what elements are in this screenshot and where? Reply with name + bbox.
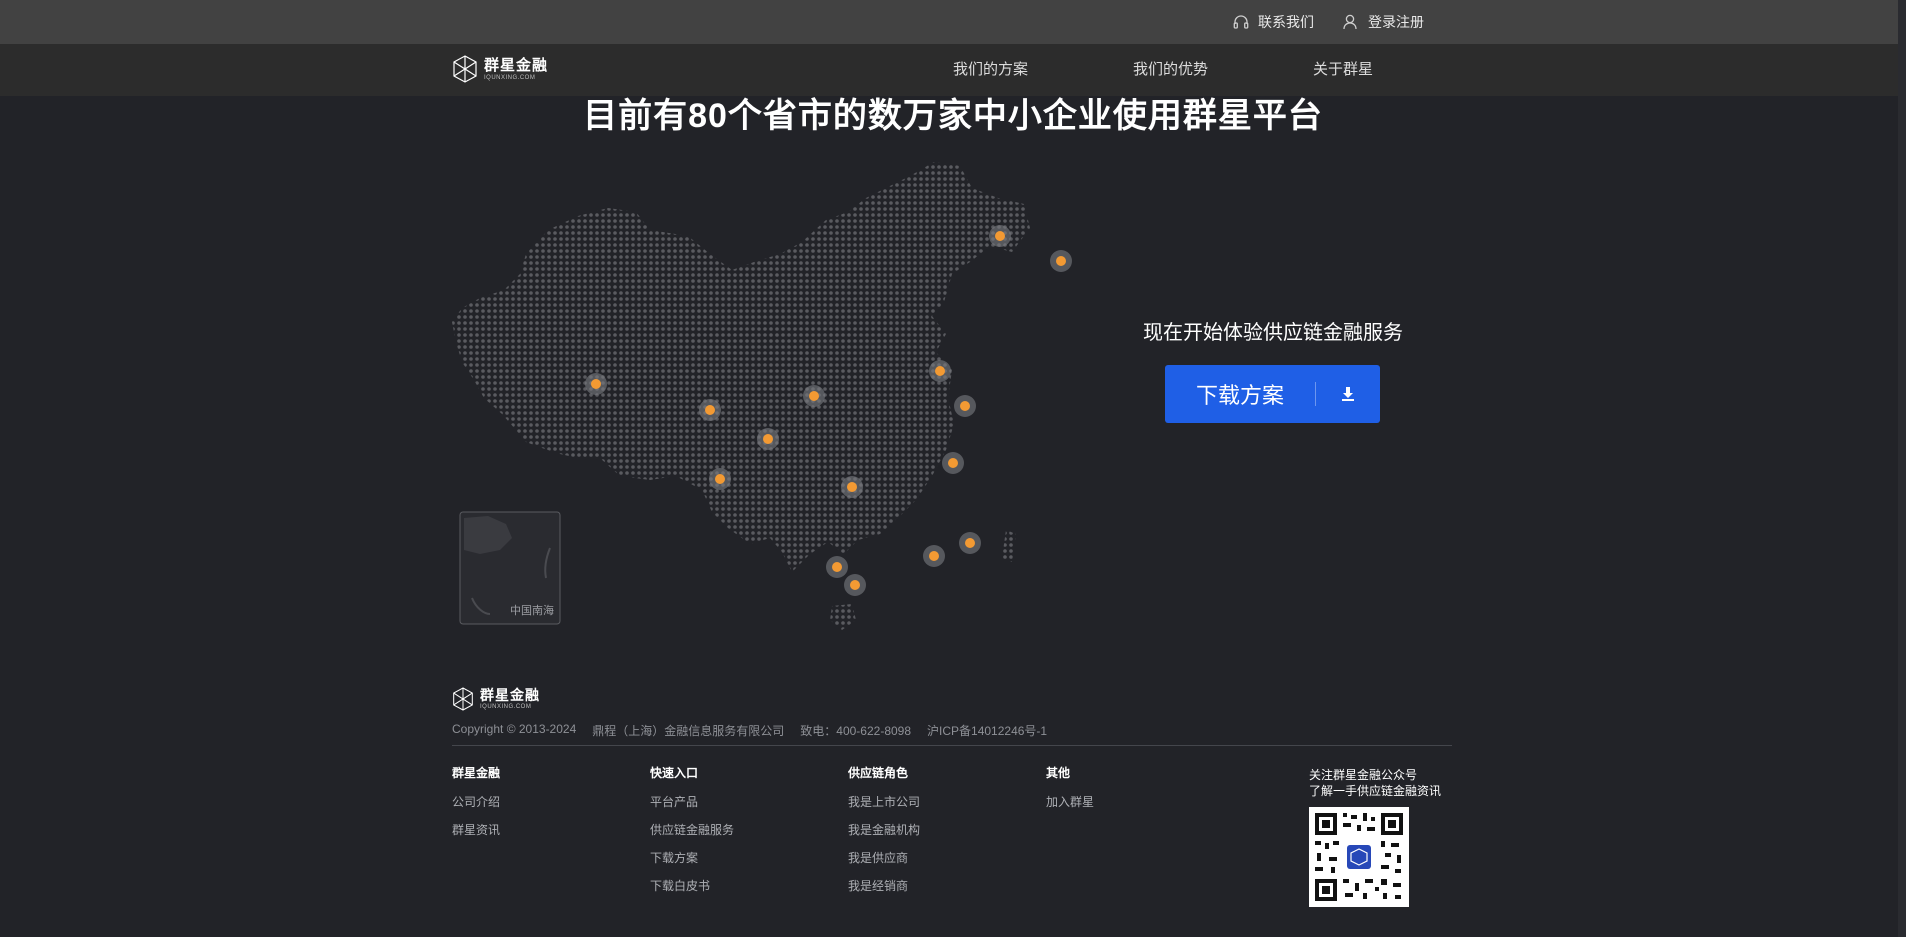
- header-logo-name: 群星金融: [484, 56, 549, 74]
- header-logo[interactable]: 群星金融 IQUNXING.COM: [452, 54, 548, 84]
- footer-column-title: 群星金融: [452, 766, 501, 780]
- user-icon: [1343, 14, 1357, 30]
- qr-caption-line1: 关注群星金融公众号: [1309, 768, 1418, 782]
- footer-link-join-us[interactable]: 加入群星: [1046, 793, 1094, 821]
- footer-column-title: 其他: [1046, 766, 1071, 780]
- footer-link-download-plan[interactable]: 下载方案: [650, 849, 734, 877]
- city-marker: [585, 373, 607, 395]
- city-marker: [959, 532, 981, 554]
- brand-cube-icon: [453, 55, 477, 83]
- header-logo-domain: IQUNXING.COM: [484, 74, 536, 81]
- city-marker: [709, 468, 731, 490]
- contact-us-label: 联系我们: [1258, 14, 1314, 30]
- footer-logo-name: 群星金融: [480, 687, 540, 703]
- login-register-link[interactable]: 登录注册: [1342, 0, 1424, 44]
- city-marker: [844, 574, 866, 596]
- page-scrollbar[interactable]: [1898, 0, 1906, 937]
- city-marker: [826, 556, 848, 578]
- city-marker: [929, 360, 951, 382]
- contact-us-link[interactable]: 联系我们: [1232, 0, 1314, 44]
- footer-link-listed-company[interactable]: 我是上市公司: [848, 793, 920, 821]
- footer-link-platform-products[interactable]: 平台产品: [650, 793, 734, 821]
- copyright-text: Copyright © 2013-2024: [452, 722, 577, 736]
- city-marker: [1050, 250, 1072, 272]
- city-marker: [699, 399, 721, 421]
- footer-link-scf-service[interactable]: 供应链金融服务: [650, 821, 734, 849]
- footer-logo[interactable]: 群星金融 IQUNXING.COM: [452, 686, 540, 712]
- footer-column-company: 群星金融 公司介绍 群星资讯: [452, 764, 500, 849]
- taiwan-dot-area: [1002, 530, 1016, 562]
- download-plan-label: 下载方案: [1195, 383, 1284, 408]
- company-name: 鼎程（上海）金融信息服务有限公司: [592, 724, 785, 738]
- footer-link-whitepaper[interactable]: 下载白皮书: [650, 877, 734, 905]
- city-marker: [841, 476, 863, 498]
- page-headline: 目前有80个省市的数万家中小企业使用群星平台: [583, 97, 1323, 135]
- copyright-row: Copyright © 2013-2024 鼎程（上海）金融信息服务有限公司 致…: [452, 722, 1047, 739]
- city-marker: [942, 452, 964, 474]
- city-marker: [757, 428, 779, 450]
- brand-cube-icon: [453, 687, 473, 711]
- china-dot-map: 中国南海: [452, 162, 1072, 630]
- login-register-label: 登录注册: [1368, 14, 1424, 30]
- qr-caption: 关注群星金融公众号 了解一手供应链金融资讯: [1309, 767, 1441, 799]
- footer-column-roles: 供应链角色 我是上市公司 我是金融机构 我是供应商 我是经销商: [848, 764, 920, 905]
- footer-link-distributor[interactable]: 我是经销商: [848, 877, 920, 905]
- footer-column-quick-links: 快速入口 平台产品 供应链金融服务 下载方案 下载白皮书: [650, 764, 734, 905]
- qr-caption-line2: 了解一手供应链金融资讯: [1309, 784, 1442, 798]
- city-marker: [803, 385, 825, 407]
- footer-logo-domain: IQUNXING.COM: [480, 704, 532, 710]
- footer-column-title: 供应链角色: [848, 766, 909, 780]
- hainan-dot-area: [830, 604, 856, 630]
- south-china-sea-label: 中国南海: [510, 603, 554, 617]
- headset-icon: [1233, 15, 1249, 29]
- wechat-qr-code: [1309, 807, 1409, 907]
- download-plan-button[interactable]: 下载方案: [1165, 365, 1380, 423]
- footer-column-other: 其他 加入群星: [1046, 764, 1094, 821]
- city-marker: [923, 545, 945, 567]
- top-utility-bar: [0, 0, 1906, 44]
- icp-number[interactable]: 沪ICP备14012246号-1: [927, 722, 1047, 739]
- city-marker: [989, 225, 1011, 247]
- footer-column-title: 快速入口: [650, 766, 699, 780]
- footer-link-news[interactable]: 群星资讯: [452, 821, 500, 849]
- cta-title: 现在开始体验供应链金融服务: [1143, 322, 1403, 344]
- city-marker: [954, 395, 976, 417]
- footer-divider: [452, 745, 1452, 746]
- phone-number: 致电：400-622-8098: [800, 724, 912, 738]
- download-icon: [1316, 386, 1380, 402]
- footer-link-company-intro[interactable]: 公司介绍: [452, 793, 500, 821]
- footer-link-financial-institution[interactable]: 我是金融机构: [848, 821, 920, 849]
- footer-link-supplier[interactable]: 我是供应商: [848, 849, 920, 877]
